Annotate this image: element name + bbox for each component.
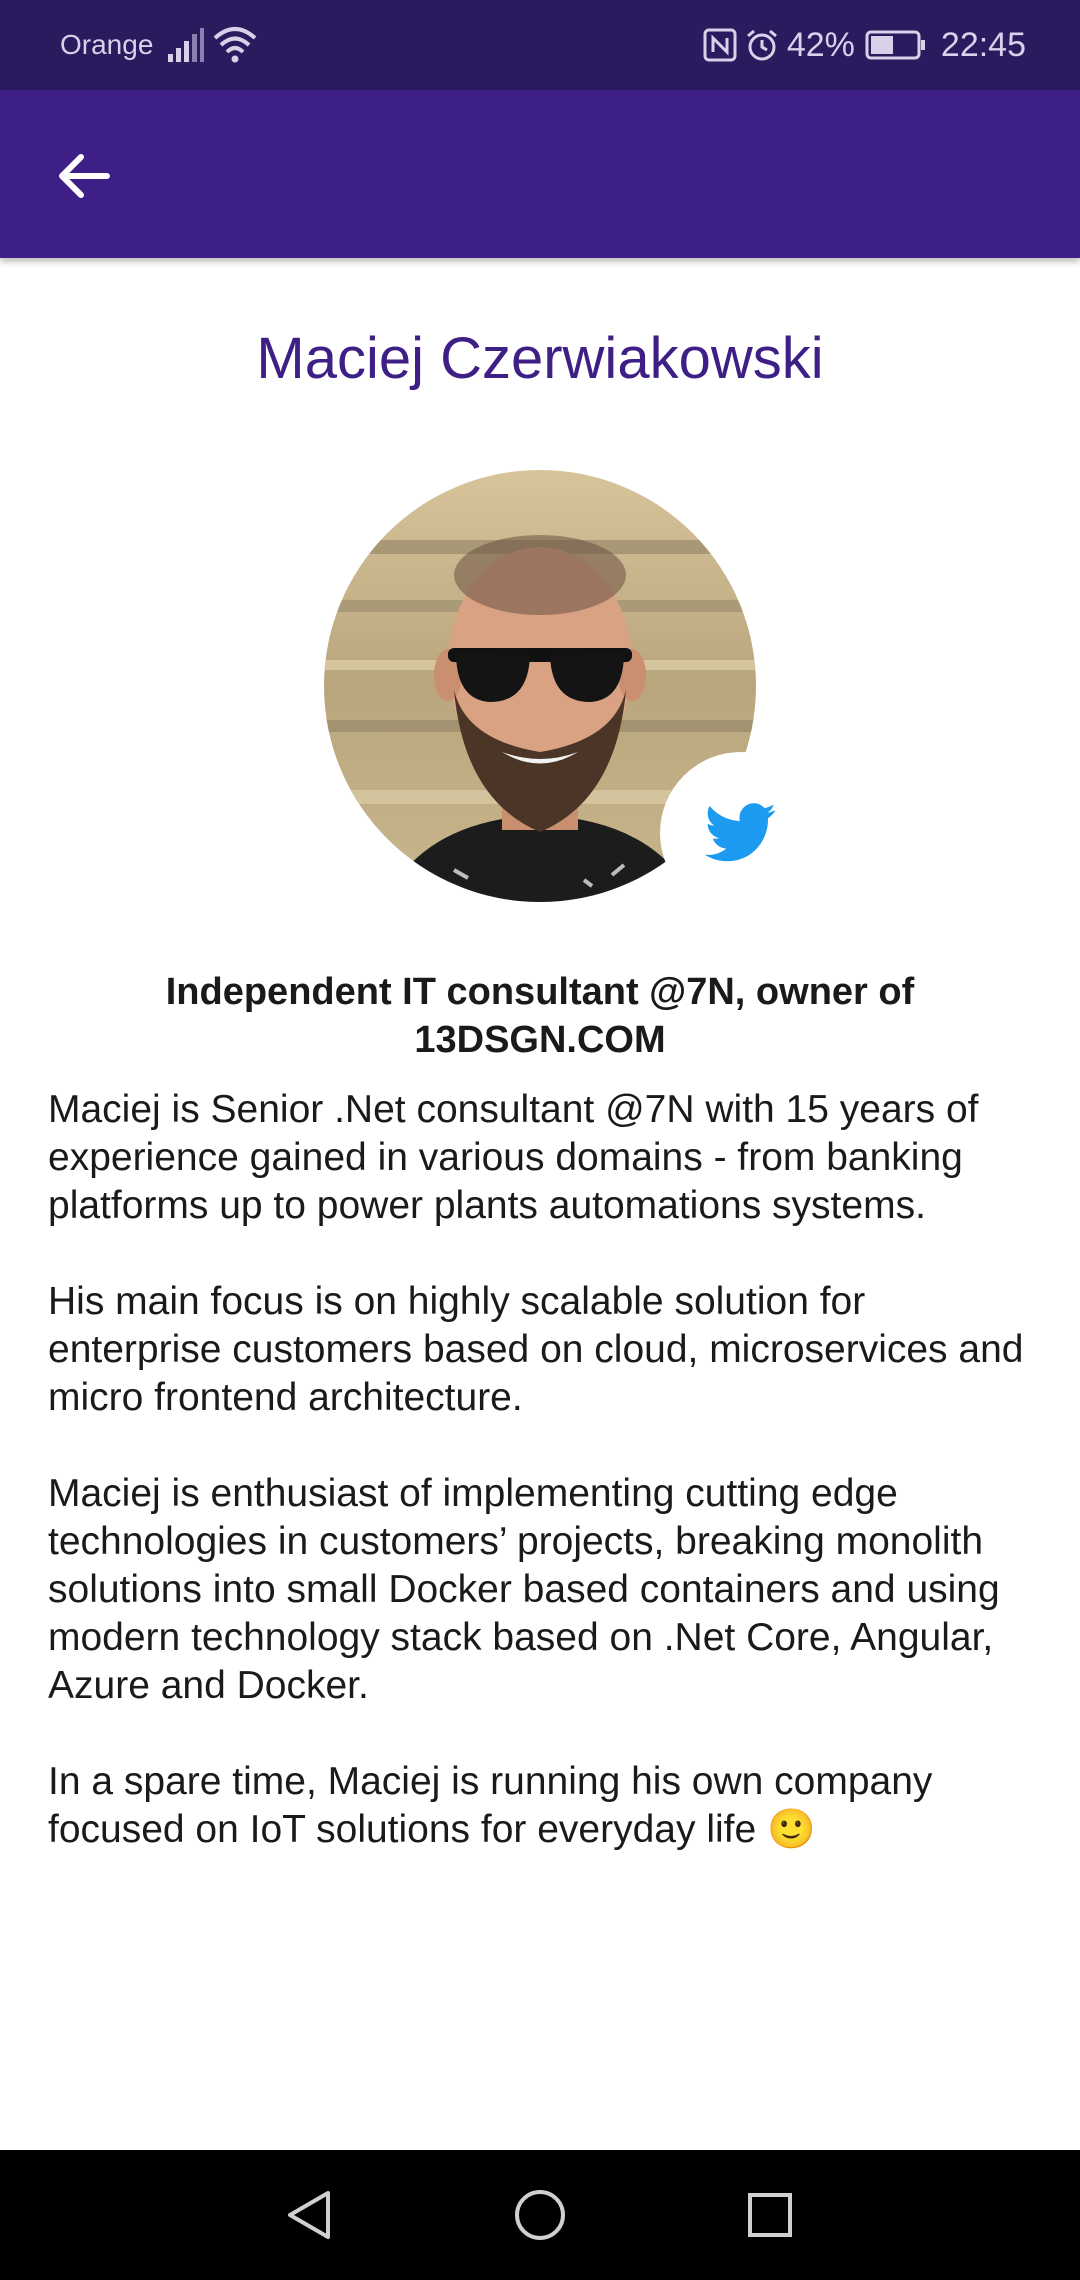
app-bar xyxy=(0,90,1080,258)
system-status-icons: 42% 22:45 xyxy=(703,0,1026,90)
battery-percent: 42% xyxy=(786,25,855,64)
twitter-icon xyxy=(704,803,776,862)
back-triangle-icon xyxy=(288,2191,330,2239)
clock: 22:45 xyxy=(940,25,1026,64)
carrier-label: Orange xyxy=(60,29,154,60)
bio-paragraph: Maciej is Senior .Net consultant @7N wit… xyxy=(48,1088,979,1227)
arrow-back-icon xyxy=(59,154,110,198)
speaker-headline: Independent IT consultant @7N, owner of … xyxy=(165,971,915,1061)
bio-paragraph: Maciej is enthusiast of implementing cut… xyxy=(48,1472,1000,1707)
system-nav-bar xyxy=(0,2150,1080,2280)
battery-icon xyxy=(865,30,925,60)
alarm-icon xyxy=(746,29,777,61)
signal-icon xyxy=(168,28,204,62)
nfc-icon xyxy=(703,28,737,62)
back-button[interactable] xyxy=(42,134,126,218)
speaker-bio: Maciej is Senior .Net consultant @7N wit… xyxy=(48,1086,1038,1902)
twitter-button[interactable] xyxy=(660,752,822,914)
bio-paragraph: In a spare time, Maciej is running his o… xyxy=(48,1760,933,1851)
wifi-icon xyxy=(213,27,257,63)
speaker-name: Maciej Czerwiakowski xyxy=(256,326,824,391)
home-circle-icon xyxy=(515,2190,565,2240)
nav-home-button[interactable] xyxy=(500,2175,580,2255)
nav-recents-button[interactable] xyxy=(730,2175,810,2255)
status-bar: Orange 42% 22:45 xyxy=(0,0,1080,90)
nav-back-button[interactable] xyxy=(270,2175,350,2255)
recents-square-icon xyxy=(748,2193,792,2237)
bio-paragraph: His main focus is on highly scalable sol… xyxy=(48,1280,1024,1419)
